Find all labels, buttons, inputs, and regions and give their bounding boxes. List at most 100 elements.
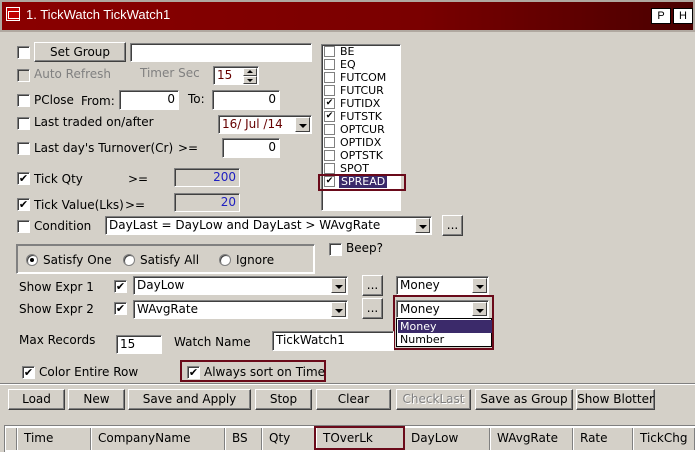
- series-checkbox[interactable]: [324, 72, 335, 83]
- series-item-be[interactable]: BE: [324, 45, 404, 59]
- set-group-field[interactable]: [130, 43, 312, 62]
- pclose-from-input[interactable]: 0: [119, 90, 179, 110]
- always-sort-label: Always sort on Time: [204, 365, 326, 379]
- series-checkbox[interactable]: ✔: [324, 98, 335, 109]
- expr-1-format-select[interactable]: Money: [396, 276, 489, 295]
- column-bs[interactable]: BS: [225, 428, 262, 450]
- separator: [0, 383, 695, 385]
- expr-2-more-button[interactable]: ...: [362, 298, 383, 319]
- condition-label: Condition: [34, 219, 92, 233]
- timer-sec-value: 15: [217, 68, 233, 82]
- tick-value-op: >=: [125, 198, 146, 212]
- column-wavgrate[interactable]: WAvgRate: [490, 428, 573, 450]
- expr-2-select[interactable]: WAvgRate: [133, 300, 348, 319]
- set-group-checkbox[interactable]: [17, 46, 30, 59]
- auto-refresh-label: Auto Refresh: [34, 67, 111, 81]
- color-entire-row-checkbox[interactable]: ✔: [22, 366, 35, 379]
- column-company-name[interactable]: CompanyName: [91, 428, 225, 450]
- show-blotter-button[interactable]: Show Blotter: [576, 389, 655, 410]
- column-rate[interactable]: Rate: [573, 428, 633, 450]
- color-entire-row-label: Color Entire Row: [39, 365, 139, 379]
- expr-1-format-value: Money: [400, 278, 440, 292]
- set-group-button[interactable]: Set Group: [34, 42, 126, 62]
- always-sort-checkbox[interactable]: ✔: [187, 366, 200, 379]
- last-traded-date-value: 16/ Jul /14: [222, 117, 283, 131]
- column-time[interactable]: Time: [17, 428, 91, 450]
- spin-up-icon[interactable]: [243, 68, 257, 76]
- pclose-checkbox[interactable]: [17, 94, 30, 107]
- satisfy-all-label: Satisfy All: [140, 253, 200, 267]
- chevron-down-icon[interactable]: [331, 302, 346, 317]
- max-records-label: Max Records: [19, 333, 96, 347]
- column-daylow[interactable]: DayLow: [404, 428, 490, 450]
- series-checkbox[interactable]: [324, 163, 335, 174]
- check-last-button[interactable]: CheckLast: [396, 389, 471, 410]
- satisfy-one-label: Satisfy One: [43, 253, 112, 267]
- p-button[interactable]: P: [651, 8, 671, 24]
- watch-name-input[interactable]: TickWatch1: [272, 331, 394, 351]
- last-traded-checkbox[interactable]: [17, 117, 30, 130]
- beep-checkbox[interactable]: [329, 243, 342, 256]
- expr-1-value: DayLow: [137, 278, 185, 292]
- h-button[interactable]: H: [673, 8, 693, 24]
- turnover-input[interactable]: 0: [222, 138, 280, 158]
- last-traded-label: Last traded on/after: [34, 115, 154, 129]
- condition-select[interactable]: DayLast = DayLow and DayLast > WAvgRate: [105, 216, 432, 235]
- series-checkbox[interactable]: [324, 59, 335, 70]
- show-expr-1-checkbox[interactable]: ✔: [114, 280, 127, 293]
- series-checkbox[interactable]: [324, 46, 335, 57]
- timer-sec-stepper[interactable]: 15: [213, 66, 259, 85]
- clear-button[interactable]: Clear: [316, 389, 391, 410]
- chevron-down-icon[interactable]: [472, 278, 487, 293]
- satisfy-one-radio[interactable]: [26, 254, 38, 266]
- tick-value-value: 20: [174, 193, 240, 212]
- tick-value-label: Tick Value(Lks): [34, 198, 124, 212]
- show-expr-2-label: Show Expr 2: [19, 302, 94, 316]
- turnover-checkbox[interactable]: [17, 142, 30, 155]
- spread-highlight: [318, 174, 406, 191]
- series-checkbox[interactable]: ✔: [324, 111, 335, 122]
- expr-1-select[interactable]: DayLow: [133, 276, 348, 295]
- max-records-input[interactable]: 15: [116, 335, 162, 354]
- timer-sec-label: Timer Sec: [140, 66, 200, 80]
- series-checkbox[interactable]: [324, 85, 335, 96]
- show-expr-2-checkbox[interactable]: ✔: [114, 302, 127, 315]
- chevron-down-icon[interactable]: [415, 218, 430, 233]
- turnover-op: >=: [178, 141, 199, 155]
- format-dropdown-highlight: [393, 295, 494, 350]
- tick-value-checkbox[interactable]: ✔: [17, 198, 30, 211]
- series-checkbox[interactable]: [324, 137, 335, 148]
- satisfy-all-radio[interactable]: [123, 254, 135, 266]
- chevron-down-icon[interactable]: [331, 278, 346, 293]
- spin-down-icon[interactable]: [243, 76, 257, 84]
- expr-2-value: WAvgRate: [137, 302, 198, 316]
- expr-1-more-button[interactable]: ...: [362, 275, 383, 296]
- condition-checkbox[interactable]: [17, 220, 30, 233]
- column-tickchg[interactable]: TickChg: [633, 428, 695, 450]
- from-label: From:: [81, 94, 115, 108]
- stop-button[interactable]: Stop: [255, 389, 312, 410]
- tick-qty-checkbox[interactable]: ✔: [17, 172, 30, 185]
- ignore-label: Ignore: [236, 253, 275, 267]
- new-button[interactable]: New: [68, 389, 125, 410]
- save-and-apply-button[interactable]: Save and Apply: [128, 389, 251, 410]
- ignore-radio[interactable]: [219, 254, 231, 266]
- turnover-label: Last day's Turnover(Cr): [34, 141, 174, 155]
- series-checkbox[interactable]: [324, 150, 335, 161]
- toverlk-highlight: [314, 426, 405, 450]
- last-traded-date-picker[interactable]: 16/ Jul /14: [218, 115, 312, 134]
- auto-refresh-checkbox[interactable]: [17, 69, 30, 82]
- pclose-label: PClose: [34, 93, 74, 107]
- condition-more-button[interactable]: ...: [442, 215, 463, 236]
- column-qty[interactable]: Qty: [262, 428, 316, 450]
- tick-qty-op: >=: [128, 172, 149, 186]
- pclose-to-input[interactable]: 0: [212, 90, 280, 110]
- condition-value: DayLast = DayLow and DayLast > WAvgRate: [109, 218, 381, 232]
- series-checkbox[interactable]: [324, 124, 335, 135]
- row-indicator: [5, 428, 17, 450]
- save-as-group-button[interactable]: Save as Group: [475, 389, 573, 410]
- chevron-down-icon[interactable]: [295, 117, 310, 132]
- show-expr-1-label: Show Expr 1: [19, 280, 94, 294]
- load-button[interactable]: Load: [8, 389, 65, 410]
- beep-label: Beep?: [346, 241, 383, 255]
